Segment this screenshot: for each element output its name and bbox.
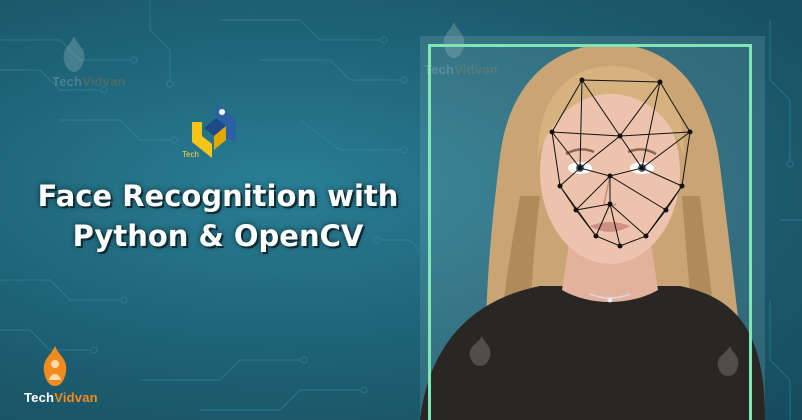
- flame-figure-icon: [63, 36, 85, 72]
- photo-panel: [420, 36, 765, 420]
- headline-line-2: Python & OpenCV: [72, 219, 364, 253]
- headline: Face Recognition with Python & OpenCV: [18, 176, 418, 256]
- photo-frame-border: [428, 44, 752, 420]
- headline-line-1: Face Recognition with: [37, 179, 399, 213]
- banner: TechVidvan TechVidvan Face Recognition w…: [0, 0, 802, 420]
- brand-name: TechVidvan: [24, 390, 98, 405]
- watermark-text: TechVidvan: [52, 74, 126, 89]
- flame-figure-icon: [43, 346, 67, 386]
- python-tag: Tech: [182, 150, 199, 159]
